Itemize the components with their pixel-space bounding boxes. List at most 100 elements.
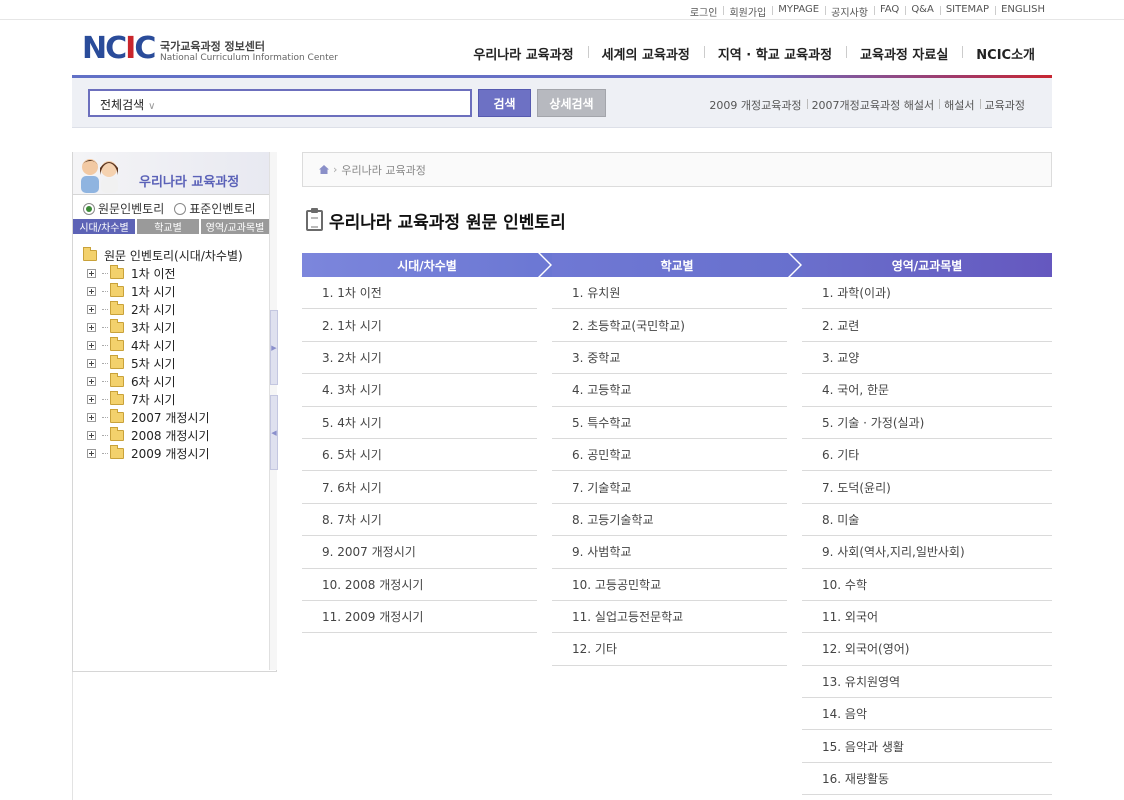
utility-link[interactable]: SITEMAP [939, 4, 995, 19]
list-item[interactable]: 3. 2차 시기 [302, 342, 537, 375]
search-scope-select[interactable]: 전체검색 ∨ [100, 96, 156, 113]
expand-plus-icon[interactable] [87, 322, 96, 332]
nav-item[interactable]: 우리나라 교육과정 [459, 44, 587, 63]
list-item[interactable]: 2. 초등학교(국민학교) [552, 309, 787, 342]
list-item[interactable]: 8. 7차 시기 [302, 504, 537, 537]
tab-era[interactable]: 시대/차수별 [73, 219, 135, 234]
list-item[interactable]: 4. 고등학교 [552, 374, 787, 407]
list-item[interactable]: 11. 2009 개정시기 [302, 601, 537, 634]
expand-plus-icon[interactable] [87, 376, 96, 386]
radio-original-inventory[interactable]: 원문인벤토리 [83, 200, 164, 217]
expand-plus-icon[interactable] [87, 394, 96, 404]
utility-link[interactable]: ENGLISH [995, 4, 1051, 19]
expand-plus-icon[interactable] [87, 412, 96, 422]
tree-node[interactable]: 2008 개정시기 [83, 426, 243, 444]
expand-plus-icon[interactable] [87, 448, 96, 458]
advanced-search-button[interactable]: 상세검색 [537, 89, 606, 117]
list-item[interactable]: 7. 6차 시기 [302, 471, 537, 504]
tab-school[interactable]: 학교별 [137, 219, 199, 234]
side-nav-scroll-handle[interactable]: ▶ ◀ [269, 152, 278, 670]
list-item[interactable]: 13. 유치원영역 [802, 666, 1052, 699]
list-item[interactable]: 4. 국어, 한문 [802, 374, 1052, 407]
collapse-arrow-icon[interactable]: ◀ [270, 395, 278, 470]
list-item[interactable]: 6. 공민학교 [552, 439, 787, 472]
list-item[interactable]: 6. 5차 시기 [302, 439, 537, 472]
tree-node[interactable]: 5차 시기 [83, 354, 243, 372]
list-item[interactable]: 10. 2008 개정시기 [302, 569, 537, 601]
search-input[interactable] [170, 94, 460, 112]
expand-plus-icon[interactable] [87, 268, 96, 278]
list-item[interactable]: 12. 기타 [552, 633, 787, 666]
nav-item[interactable]: 세계의 교육과정 [587, 44, 704, 63]
site-logo[interactable]: NCIC 국가교육과정 정보센터 National Curriculum Inf… [82, 31, 338, 68]
quick-link[interactable]: 해설서 [939, 97, 979, 113]
list-item[interactable]: 16. 재량활동 [802, 763, 1052, 796]
quick-link[interactable]: 2009 개정교육과정 [704, 97, 806, 113]
list-item[interactable]: 3. 교양 [802, 342, 1052, 375]
list-item[interactable]: 8. 고등기술학교 [552, 504, 787, 537]
expand-plus-icon[interactable] [87, 286, 96, 296]
list-item[interactable]: 1. 1차 이전 [302, 277, 537, 310]
radio-standard-inventory[interactable]: 표준인벤토리 [174, 200, 256, 217]
tab-subject[interactable]: 영역/교과목별 [201, 219, 269, 234]
list-item[interactable]: 11. 외국어 [802, 601, 1052, 634]
tree-root[interactable]: 원문 인벤토리(시대/차수별) [83, 246, 243, 264]
list-item[interactable]: 9. 2007 개정시기 [302, 536, 537, 569]
tree-connector [102, 452, 108, 454]
utility-link[interactable]: FAQ [873, 4, 905, 19]
tree-node[interactable]: 2007 개정시기 [83, 408, 243, 426]
list-item[interactable]: 9. 사범학교 [552, 536, 787, 569]
list-item[interactable]: 1. 과학(이과) [802, 277, 1052, 310]
expand-plus-icon[interactable] [87, 340, 96, 350]
list-item[interactable]: 15. 음악과 생활 [802, 730, 1052, 763]
tree-node[interactable]: 3차 시기 [83, 318, 243, 336]
tree-node[interactable]: 4차 시기 [83, 336, 243, 354]
search-button[interactable]: 검색 [478, 89, 531, 117]
expand-arrow-icon[interactable]: ▶ [270, 310, 278, 385]
quick-link[interactable]: 2007개정교육과정 해설서 [806, 97, 940, 113]
tree-node[interactable]: 2차 시기 [83, 300, 243, 318]
utility-links: 로그인 회원가입 MYPAGE 공지사항 FAQ Q&A SITEMAP ENGLISH [684, 4, 1051, 19]
list-item[interactable]: 10. 고등공민학교 [552, 569, 787, 601]
nav-item[interactable]: 지역 · 학교 교육과정 [703, 44, 846, 63]
tree-node-label: 7차 시기 [131, 392, 176, 407]
utility-link[interactable]: 공지사항 [825, 4, 874, 19]
list-item[interactable]: 14. 음악 [802, 698, 1052, 731]
list-item[interactable]: 1. 유치원 [552, 277, 787, 310]
tree-connector [102, 416, 108, 418]
expand-plus-icon[interactable] [87, 430, 96, 440]
utility-link[interactable]: 로그인 [684, 4, 724, 19]
folder-icon [110, 408, 124, 423]
list-item[interactable]: 3. 중학교 [552, 342, 787, 375]
list-item[interactable]: 12. 외국어(영어) [802, 633, 1052, 666]
nav-item[interactable]: 교육과정 자료실 [846, 44, 962, 63]
list-item[interactable]: 2. 1차 시기 [302, 309, 537, 342]
tree-node[interactable]: 6차 시기 [83, 372, 243, 390]
quick-link[interactable]: 교육과정 [979, 97, 1030, 113]
utility-link[interactable]: 회원가입 [723, 4, 772, 19]
tree-node[interactable]: 2009 개정시기 [83, 444, 243, 462]
tree-node[interactable]: 1차 이전 [83, 264, 243, 282]
inventory-tree: 원문 인벤토리(시대/차수별) 1차 이전 1차 시기 2차 시기 3차 시기 4차 시… [83, 246, 243, 462]
list-item[interactable]: 8. 미술 [802, 504, 1052, 537]
breadcrumb-current[interactable]: 우리나라 교육과정 [341, 162, 425, 178]
expand-plus-icon[interactable] [87, 358, 96, 368]
list-item[interactable]: 5. 4차 시기 [302, 407, 537, 439]
list-item[interactable]: 6. 기타 [802, 439, 1052, 472]
expand-plus-icon[interactable] [87, 304, 96, 314]
list-item[interactable]: 7. 기술학교 [552, 471, 787, 504]
tree-node[interactable]: 1차 시기 [83, 282, 243, 300]
tree-node[interactable]: 7차 시기 [83, 390, 243, 408]
list-item[interactable]: 9. 사회(역사,지리,일반사회) [802, 536, 1052, 569]
list-item[interactable]: 4. 3차 시기 [302, 374, 537, 407]
list-item[interactable]: 5. 기술 · 가정(실과) [802, 407, 1052, 439]
list-item[interactable]: 11. 실업고등전문학교 [552, 601, 787, 634]
home-icon[interactable] [319, 165, 329, 174]
list-item[interactable]: 5. 특수학교 [552, 407, 787, 439]
list-item[interactable]: 10. 수학 [802, 569, 1052, 601]
utility-link[interactable]: Q&A [905, 4, 940, 19]
nav-item[interactable]: NCIC소개 [962, 44, 1051, 63]
utility-link[interactable]: MYPAGE [772, 4, 825, 19]
list-item[interactable]: 7. 도덕(윤리) [802, 471, 1052, 504]
list-item[interactable]: 2. 교련 [802, 309, 1052, 342]
